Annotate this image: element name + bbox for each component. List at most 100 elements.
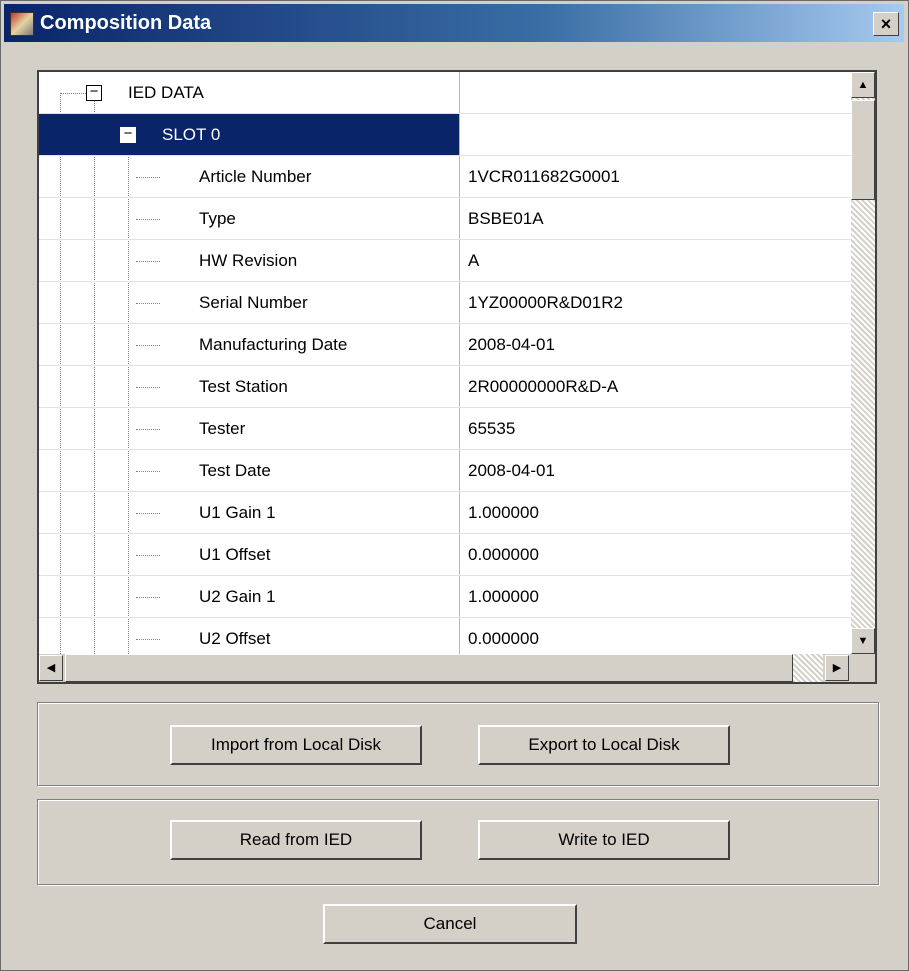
tree-row-slot-0[interactable]: − SLOT 0 bbox=[39, 114, 851, 156]
tree-connector bbox=[136, 177, 160, 178]
field-name: Type bbox=[199, 209, 236, 228]
tree-connector bbox=[136, 513, 160, 514]
read-from-ied-button[interactable]: Read from IED bbox=[170, 820, 422, 860]
tree-value-cell bbox=[459, 72, 851, 114]
field-value-cell[interactable]: 1YZ00000R&D01R2 bbox=[459, 282, 851, 324]
field-name: U1 Gain 1 bbox=[199, 503, 276, 522]
tree-row-field[interactable]: Tester 65535 bbox=[39, 408, 851, 450]
field-value-cell[interactable]: 1.000000 bbox=[459, 492, 851, 534]
field-value-cell[interactable]: 0.000000 bbox=[459, 618, 851, 654]
field-name: U2 Offset bbox=[199, 629, 271, 648]
cancel-button[interactable]: Cancel bbox=[323, 904, 577, 944]
composition-tree[interactable]: − IED DATA − SLOT 0 Article Number 1VCR01… bbox=[37, 70, 877, 684]
collapse-icon[interactable]: − bbox=[120, 126, 136, 143]
tree-connector bbox=[136, 471, 160, 472]
tree-name-cell: − IED DATA bbox=[39, 72, 459, 114]
field-name: Test Date bbox=[199, 461, 271, 480]
tree-row-field[interactable]: Serial Number 1YZ00000R&D01R2 bbox=[39, 282, 851, 324]
field-value: 1.000000 bbox=[468, 503, 539, 522]
export-to-local-disk-button[interactable]: Export to Local Disk bbox=[478, 725, 730, 765]
field-value: 2008-04-01 bbox=[468, 335, 555, 354]
field-name: Test Station bbox=[199, 377, 288, 396]
field-name: U2 Gain 1 bbox=[199, 587, 276, 606]
title-bar[interactable]: Composition Data × bbox=[4, 4, 904, 42]
tree-name-cell: Tester bbox=[39, 408, 459, 450]
tree-connector bbox=[136, 597, 160, 598]
field-value: 65535 bbox=[468, 419, 516, 438]
field-value-cell[interactable]: 1.000000 bbox=[459, 576, 851, 618]
field-name: Tester bbox=[199, 419, 246, 438]
horizontal-scroll-thumb[interactable] bbox=[65, 654, 793, 682]
field-value: 0.000000 bbox=[468, 629, 539, 648]
scroll-right-icon[interactable]: ▶ bbox=[825, 655, 849, 681]
tree-name-cell: Test Date bbox=[39, 450, 459, 492]
field-value: 2R00000000R&D-A bbox=[468, 377, 619, 396]
window-title: Composition Data bbox=[40, 12, 212, 34]
tree-row-field[interactable]: HW Revision A bbox=[39, 240, 851, 282]
field-value-cell[interactable]: 1VCR011682G0001 bbox=[459, 156, 851, 198]
field-value: 0.000000 bbox=[468, 545, 539, 564]
field-value-cell[interactable]: BSBE01A bbox=[459, 198, 851, 240]
app-icon bbox=[10, 12, 34, 36]
scroll-left-icon[interactable]: ◀ bbox=[39, 655, 63, 681]
tree-row-field[interactable]: U1 Gain 1 1.000000 bbox=[39, 492, 851, 534]
tree-row-field[interactable]: Article Number 1VCR011682G0001 bbox=[39, 156, 851, 198]
tree-name-cell: U2 Gain 1 bbox=[39, 576, 459, 618]
tree-connector bbox=[136, 345, 160, 346]
tree-row-field[interactable]: Test Date 2008-04-01 bbox=[39, 450, 851, 492]
field-value-cell[interactable]: 2008-04-01 bbox=[459, 324, 851, 366]
tree-name-cell: U2 Offset bbox=[39, 618, 459, 654]
vertical-scrollbar[interactable]: ▲ ▼ bbox=[851, 72, 875, 654]
tree-connector bbox=[136, 387, 160, 388]
vertical-scroll-thumb[interactable] bbox=[851, 100, 875, 200]
tree-node-label: SLOT 0 bbox=[162, 125, 221, 144]
composition-data-window: Composition Data × − IED DATA − SLOT 0 A… bbox=[0, 0, 909, 971]
scroll-corner bbox=[851, 654, 875, 682]
ied-group: Read from IED Write to IED bbox=[37, 799, 879, 885]
scroll-down-icon[interactable]: ▼ bbox=[851, 628, 875, 654]
tree-name-cell: − SLOT 0 bbox=[39, 114, 459, 156]
field-value: 1VCR011682G0001 bbox=[468, 167, 620, 186]
tree-connector bbox=[136, 219, 160, 220]
tree-row-field[interactable]: U2 Offset 0.000000 bbox=[39, 618, 851, 654]
field-name: HW Revision bbox=[199, 251, 298, 270]
horizontal-scroll-track[interactable] bbox=[793, 654, 823, 682]
tree-name-cell: HW Revision bbox=[39, 240, 459, 282]
scroll-up-icon[interactable]: ▲ bbox=[851, 72, 875, 98]
tree-name-cell: Manufacturing Date bbox=[39, 324, 459, 366]
field-name: U1 Offset bbox=[199, 545, 271, 564]
tree-connector bbox=[136, 303, 160, 304]
tree-name-cell: U1 Offset bbox=[39, 534, 459, 576]
tree-name-cell: Type bbox=[39, 198, 459, 240]
horizontal-scrollbar[interactable]: ◀ ▶ bbox=[39, 654, 851, 682]
tree-name-cell: Article Number bbox=[39, 156, 459, 198]
field-name: Manufacturing Date bbox=[199, 335, 348, 354]
tree-row-ied-data[interactable]: − IED DATA bbox=[39, 72, 851, 114]
field-value-cell[interactable]: 0.000000 bbox=[459, 534, 851, 576]
field-value: A bbox=[468, 251, 480, 270]
close-button[interactable]: × bbox=[873, 12, 899, 36]
tree-name-cell: U1 Gain 1 bbox=[39, 492, 459, 534]
tree-row-field[interactable]: Type BSBE01A bbox=[39, 198, 851, 240]
tree-name-cell: Test Station bbox=[39, 366, 459, 408]
tree-name-cell: Serial Number bbox=[39, 282, 459, 324]
tree-row-field[interactable]: Test Station 2R00000000R&D-A bbox=[39, 366, 851, 408]
collapse-icon[interactable]: − bbox=[86, 84, 102, 101]
tree-row-field[interactable]: U2 Gain 1 1.000000 bbox=[39, 576, 851, 618]
field-value-cell[interactable]: 2R00000000R&D-A bbox=[459, 366, 851, 408]
field-value: 1.000000 bbox=[468, 587, 539, 606]
tree-node-label: IED DATA bbox=[128, 83, 204, 102]
write-to-ied-button[interactable]: Write to IED bbox=[478, 820, 730, 860]
field-value-cell[interactable]: 2008-04-01 bbox=[459, 450, 851, 492]
field-value-cell[interactable]: A bbox=[459, 240, 851, 282]
field-value-cell[interactable]: 65535 bbox=[459, 408, 851, 450]
tree-value-cell bbox=[459, 114, 851, 156]
tree-rows: − IED DATA − SLOT 0 Article Number 1VCR01… bbox=[39, 72, 851, 654]
tree-connector bbox=[136, 429, 160, 430]
import-from-local-disk-button[interactable]: Import from Local Disk bbox=[170, 725, 422, 765]
field-value: BSBE01A bbox=[468, 209, 544, 228]
field-value: 2008-04-01 bbox=[468, 461, 555, 480]
tree-connector bbox=[136, 639, 160, 640]
tree-row-field[interactable]: Manufacturing Date 2008-04-01 bbox=[39, 324, 851, 366]
tree-row-field[interactable]: U1 Offset 0.000000 bbox=[39, 534, 851, 576]
